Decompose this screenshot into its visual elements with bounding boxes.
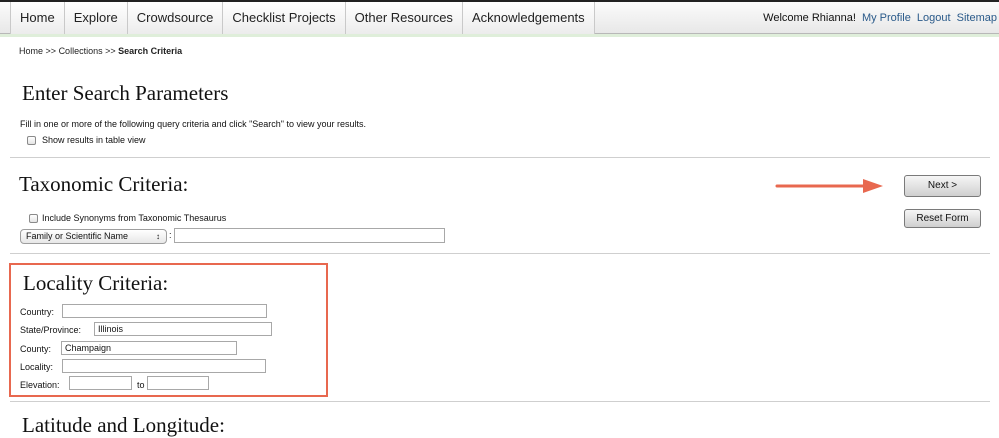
nav-tab-acknowledgements[interactable]: Acknowledgements [461, 2, 595, 34]
elevation-label: Elevation: [20, 380, 60, 390]
locality-criteria-heading: Locality Criteria: [23, 271, 169, 295]
annotation-arrow-icon [775, 179, 883, 193]
page-title: Enter Search Parameters [22, 81, 229, 105]
nav-tab-home[interactable]: Home [10, 2, 64, 34]
nav-tab-checklist-projects[interactable]: Checklist Projects [222, 2, 345, 34]
nav-tab-crowdsource[interactable]: Crowdsource [126, 2, 223, 34]
country-input[interactable] [62, 304, 267, 318]
taxon-type-select[interactable]: Family or Scientific Name ↕ [20, 229, 167, 244]
search-instructions: Fill in one or more of the following que… [20, 119, 367, 129]
breadcrumb-separator: >> [45, 46, 57, 56]
county-input[interactable]: Champaign [61, 341, 237, 355]
nav-tabs: Home Explore Crowdsource Checklist Proje… [10, 2, 595, 34]
welcome-text: Welcome Rhianna! [763, 12, 856, 24]
breadcrumb-current: Search Criteria [118, 46, 183, 56]
taxon-input[interactable] [174, 228, 445, 243]
select-arrows-icon: ↕ [156, 232, 160, 241]
table-view-label: Show results in table view [42, 135, 146, 145]
breadcrumb: Home >> Collections >> Search Criteria [19, 46, 182, 56]
top-navigation-bar: Home Explore Crowdsource Checklist Proje… [0, 0, 999, 34]
breadcrumb-home[interactable]: Home [19, 46, 43, 56]
taxon-type-selected: Family or Scientific Name [26, 231, 129, 241]
breadcrumb-separator: >> [105, 46, 116, 56]
logout-link[interactable]: Logout [917, 12, 951, 24]
section-divider [10, 401, 990, 402]
sitemap-link[interactable]: Sitemap [957, 12, 997, 24]
elevation-to-label: to [137, 380, 145, 390]
nav-accent-strip [0, 34, 999, 37]
section-divider [10, 253, 990, 254]
county-label: County: [20, 344, 52, 354]
country-label: Country: [20, 307, 55, 317]
my-profile-link[interactable]: My Profile [862, 12, 911, 24]
include-synonyms-checkbox[interactable] [29, 214, 38, 223]
taxonomic-criteria-heading: Taxonomic Criteria: [19, 172, 189, 196]
section-divider [10, 157, 990, 158]
breadcrumb-collections[interactable]: Collections [59, 46, 103, 56]
latitude-longitude-heading: Latitude and Longitude: [22, 413, 225, 437]
include-synonyms-label: Include Synonyms from Taxonomic Thesauru… [42, 213, 227, 223]
state-province-label: State/Province: [20, 325, 82, 335]
nav-tab-other-resources[interactable]: Other Resources [344, 2, 462, 34]
nav-tab-explore[interactable]: Explore [63, 2, 127, 34]
locality-label: Locality: [20, 362, 54, 372]
reset-form-button[interactable]: Reset Form [904, 209, 981, 228]
user-menu: Welcome Rhianna! My Profile Logout Sitem… [760, 2, 997, 34]
taxon-colon: : [169, 230, 172, 240]
elevation-min-input[interactable] [69, 376, 132, 390]
table-view-checkbox[interactable] [27, 136, 36, 145]
state-province-input[interactable]: Illinois [94, 322, 272, 336]
next-button[interactable]: Next > [904, 175, 981, 197]
locality-input[interactable] [62, 359, 266, 373]
elevation-max-input[interactable] [147, 376, 209, 390]
